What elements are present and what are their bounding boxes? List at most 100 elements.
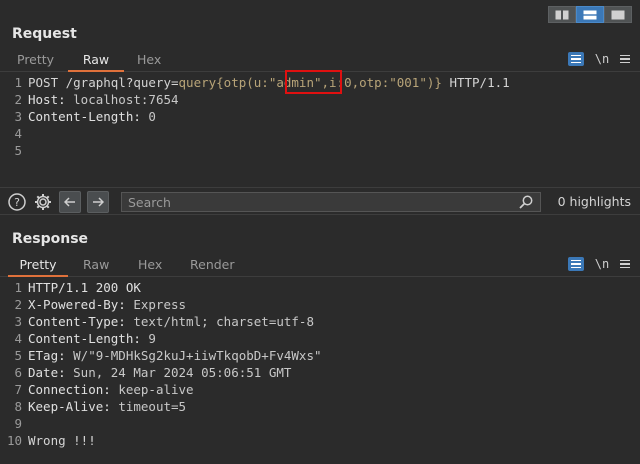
line-number: 3 xyxy=(14,109,22,124)
layout-split-horizontal-button[interactable] xyxy=(548,6,576,23)
editor-line: 3 Content-Length: 0 xyxy=(0,108,640,125)
editor-line: 9 xyxy=(0,415,640,432)
line-number: 7 xyxy=(14,382,22,397)
request-tabs: Pretty Raw Hex \n xyxy=(0,50,640,72)
code-token: Express xyxy=(133,297,187,312)
split-horizontal-icon xyxy=(555,10,569,19)
line-number: 5 xyxy=(14,143,22,158)
response-tabs: Pretty Raw Hex Render \n xyxy=(0,255,640,277)
split-vertical-icon xyxy=(583,10,597,19)
line-content: X-Powered-By: Express xyxy=(28,296,186,313)
help-button[interactable]: ? xyxy=(6,191,28,213)
wrap-lines-icon xyxy=(571,259,581,262)
response-title: Response xyxy=(12,231,89,247)
highlight-box-admin xyxy=(285,70,342,94)
code-token: localhost:7654 xyxy=(73,92,179,107)
code-token: 0 xyxy=(148,109,156,124)
code-token: Keep-Alive: xyxy=(28,399,119,414)
code-token: W/"9-MDHkSg2kuJ+iiwTkqobD+Fv4Wxs" xyxy=(73,348,322,363)
response-editor[interactable]: 1 HTTP/1.1 200 OK 2 X-Powered-By: Express 3 C… xyxy=(0,279,640,449)
line-content: Content-Length: 9 xyxy=(28,330,156,347)
line-number: 5 xyxy=(14,348,22,363)
code-token: Host: xyxy=(28,92,74,107)
line-content: ETag: W/"9-MDHkSg2kuJ+iiwTkqobD+Fv4Wxs" xyxy=(28,347,322,364)
arrow-left-icon xyxy=(64,197,75,207)
code-token: ETag: xyxy=(28,348,74,363)
search-icon xyxy=(519,195,533,209)
request-show-newlines-toggle[interactable]: \n xyxy=(594,52,610,66)
response-menu-icon[interactable] xyxy=(620,259,632,269)
line-number: 4 xyxy=(14,126,22,141)
line-number: 4 xyxy=(14,331,22,346)
line-content: Content-Type: text/html; charset=utf-8 xyxy=(28,313,314,330)
request-tab-raw[interactable]: Raw xyxy=(68,52,124,72)
line-content: POST /graphql?query=query{otp(u:"admin",… xyxy=(28,74,510,91)
help-icon: ? xyxy=(8,193,26,211)
editor-line: 4 Content-Length: 9 xyxy=(0,330,640,347)
code-token: Date: xyxy=(28,365,74,380)
editor-line: 2 X-Powered-By: Express xyxy=(0,296,640,313)
search-bar: ? 0 highlights xyxy=(0,187,640,215)
line-number: 8 xyxy=(14,399,22,414)
code-token: Content-Type: xyxy=(28,314,134,329)
code-token: 9 xyxy=(148,331,156,346)
top-bar xyxy=(0,0,640,26)
editor-line: 4 xyxy=(0,125,640,142)
svg-text:?: ? xyxy=(14,196,20,209)
request-title: Request xyxy=(12,26,77,42)
settings-button[interactable] xyxy=(32,191,54,213)
line-content: Host: localhost:7654 xyxy=(28,91,179,108)
layout-split-vertical-button[interactable] xyxy=(576,6,604,23)
request-tab-pretty[interactable]: Pretty xyxy=(17,52,54,72)
code-token: Sun, 24 Mar 2024 05:06:51 GMT xyxy=(73,365,292,380)
editor-line: 10 Wrong !!! xyxy=(0,432,640,449)
gear-icon xyxy=(35,194,51,210)
editor-line: 5 ETag: W/"9-MDHkSg2kuJ+iiwTkqobD+Fv4Wxs" xyxy=(0,347,640,364)
layout-single-pane-button[interactable] xyxy=(604,6,632,23)
response-tab-pretty[interactable]: Pretty xyxy=(8,257,68,277)
editor-line: 3 Content-Type: text/html; charset=utf-8 xyxy=(0,313,640,330)
line-content: Wrong !!! xyxy=(28,432,96,449)
code-token: X-Powered-By: xyxy=(28,297,134,312)
line-number: 1 xyxy=(14,75,22,90)
search-previous-button[interactable] xyxy=(59,191,81,213)
response-show-newlines-toggle[interactable]: \n xyxy=(594,257,610,271)
editor-line: 8 Keep-Alive: timeout=5 xyxy=(0,398,640,415)
editor-line: 7 Connection: keep-alive xyxy=(0,381,640,398)
request-pretty-print-toggle[interactable] xyxy=(568,52,584,66)
line-content: Date: Sun, 24 Mar 2024 05:06:51 GMT xyxy=(28,364,291,381)
response-pretty-print-toggle[interactable] xyxy=(568,257,584,271)
line-number: 1 xyxy=(14,280,22,295)
line-content: Connection: keep-alive xyxy=(28,381,194,398)
code-token: Content-Length: xyxy=(28,109,149,124)
code-token: timeout=5 xyxy=(118,399,187,414)
code-token: text/html; charset=utf-8 xyxy=(133,314,314,329)
response-editor-tools: \n xyxy=(568,257,632,271)
line-number: 10 xyxy=(6,433,22,448)
response-tab-raw[interactable]: Raw xyxy=(83,257,109,277)
code-token: keep-alive xyxy=(118,382,194,397)
response-tab-render[interactable]: Render xyxy=(190,257,235,277)
request-menu-icon[interactable] xyxy=(620,54,632,64)
line-number: 6 xyxy=(14,365,22,380)
line-content: Content-Length: 0 xyxy=(28,108,156,125)
code-token: Wrong !!! xyxy=(28,433,96,448)
request-tab-hex[interactable]: Hex xyxy=(137,52,161,72)
search-next-button[interactable] xyxy=(87,191,109,213)
highlights-count: 0 highlights xyxy=(557,194,631,209)
code-token: Content-Length: xyxy=(28,331,149,346)
line-number: 9 xyxy=(14,416,22,431)
wrap-lines-icon xyxy=(571,54,581,57)
search-input[interactable] xyxy=(121,192,541,212)
request-editor-tools: \n xyxy=(568,52,632,66)
code-token: Connection: xyxy=(28,382,119,397)
editor-line: 6 Date: Sun, 24 Mar 2024 05:06:51 GMT xyxy=(0,364,640,381)
layout-toggle-group xyxy=(548,6,632,23)
line-number: 3 xyxy=(14,314,22,329)
line-number: 2 xyxy=(14,92,22,107)
arrow-right-icon xyxy=(93,197,104,207)
code-token: HTTP/1.1 200 OK xyxy=(28,280,141,295)
response-tab-hex[interactable]: Hex xyxy=(138,257,162,277)
single-pane-icon xyxy=(611,10,625,19)
editor-line: 5 xyxy=(0,142,640,159)
